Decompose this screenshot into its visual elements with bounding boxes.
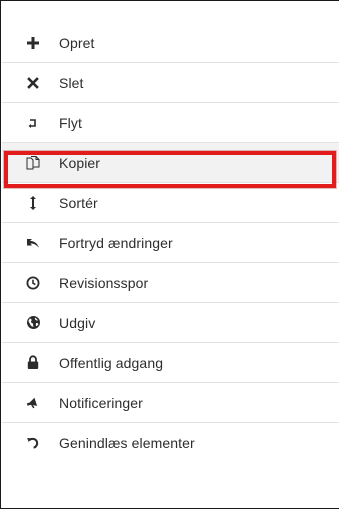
menu-item-undo-changes[interactable]: Fortryd ændringer	[2, 223, 339, 263]
menu-item-publish[interactable]: Udgiv	[2, 303, 339, 343]
menu-item-reload-elements[interactable]: Genindlæs elementer	[2, 423, 339, 463]
actions-menu: Opret Slet Flyt Kopier Sortér Fortryd æn…	[2, 23, 339, 463]
plus-icon	[23, 33, 43, 53]
menu-item-copy[interactable]: Kopier	[2, 143, 339, 183]
menu-item-delete[interactable]: Slet	[2, 63, 339, 103]
menu-item-label: Notificeringer	[59, 394, 143, 411]
undo-icon	[23, 233, 43, 253]
megaphone-icon	[23, 393, 43, 413]
lock-icon	[23, 353, 43, 373]
menu-item-label: Revisionsspor	[59, 274, 149, 291]
context-menu-panel: Opret Slet Flyt Kopier Sortér Fortryd æn…	[0, 0, 339, 509]
menu-item-label: Genindlæs elementer	[59, 435, 195, 451]
menu-item-label: Fortryd ændringer	[59, 234, 173, 251]
menu-item-notifications[interactable]: Notificeringer	[2, 383, 339, 423]
reload-icon	[23, 433, 43, 453]
menu-item-label: Offentlig adgang	[59, 354, 164, 371]
close-icon	[23, 73, 43, 93]
sort-vertical-icon	[23, 193, 43, 213]
copy-document-icon	[23, 153, 43, 173]
clock-icon	[23, 273, 43, 293]
menu-item-label: Sortér	[59, 194, 98, 211]
menu-item-label: Kopier	[59, 154, 101, 171]
menu-item-sort[interactable]: Sortér	[2, 183, 339, 223]
menu-item-label: Opret	[59, 34, 95, 51]
globe-icon	[23, 313, 43, 333]
menu-item-label: Flyt	[59, 114, 82, 131]
menu-item-public-access[interactable]: Offentlig adgang	[2, 343, 339, 383]
menu-item-label: Udgiv	[59, 314, 96, 331]
menu-item-move[interactable]: Flyt	[2, 103, 339, 143]
move-arrow-icon	[23, 113, 43, 133]
menu-item-create[interactable]: Opret	[2, 23, 339, 63]
menu-item-revision-history[interactable]: Revisionsspor	[2, 263, 339, 303]
menu-item-label: Slet	[59, 74, 84, 91]
